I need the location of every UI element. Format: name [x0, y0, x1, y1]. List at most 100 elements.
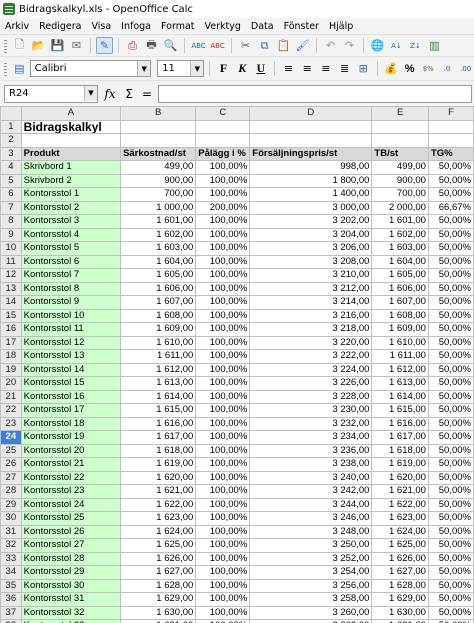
cost-cell[interactable]: 900,00: [120, 173, 197, 188]
open-folder-icon[interactable]: 📂: [30, 37, 47, 54]
markup-cell[interactable]: 100,00%: [195, 308, 251, 323]
product-cell[interactable]: Kontorsstol 9: [20, 295, 122, 310]
export-pdf-icon[interactable]: ⎙: [124, 37, 141, 54]
price-cell[interactable]: 3 240,00: [249, 470, 373, 485]
margin-cell[interactable]: 50,00%: [427, 484, 474, 499]
product-cell[interactable]: Kontorsstol 25: [20, 511, 122, 526]
cost-cell[interactable]: 1 624,00: [120, 524, 197, 539]
edit-file-icon[interactable]: ✎: [96, 37, 113, 54]
markup-cell[interactable]: 100,00%: [195, 578, 251, 593]
price-cell[interactable]: 3 202,00: [249, 214, 373, 229]
header-cell-produkt[interactable]: Produkt: [20, 146, 122, 161]
markup-cell[interactable]: 100,00%: [195, 605, 251, 620]
margin-cell[interactable]: 50,00%: [427, 241, 474, 256]
row-header[interactable]: 8: [0, 214, 22, 229]
product-cell[interactable]: Kontorsstol 17: [20, 403, 122, 418]
contribution-cell[interactable]: 1 609,00: [371, 322, 429, 337]
row-header[interactable]: 26: [0, 457, 22, 472]
cost-cell[interactable]: 1 621,00: [120, 484, 197, 499]
margin-cell[interactable]: 50,00%: [427, 254, 474, 269]
markup-cell[interactable]: 100,00%: [195, 322, 251, 337]
cost-cell[interactable]: 1 605,00: [120, 268, 197, 283]
contribution-cell[interactable]: 900,00: [371, 173, 429, 188]
contribution-cell[interactable]: 499,00: [371, 160, 429, 175]
align-right-icon[interactable]: ≡: [318, 60, 335, 77]
row-header[interactable]: 14: [0, 295, 22, 310]
column-header-b[interactable]: B: [120, 106, 197, 121]
contribution-cell[interactable]: 1 613,00: [371, 376, 429, 391]
cost-cell[interactable]: 1 626,00: [120, 551, 197, 566]
markup-cell[interactable]: 100,00%: [195, 376, 251, 391]
product-cell[interactable]: Kontorsstol 15: [20, 376, 122, 391]
chevron-down-icon[interactable]: ▼: [137, 61, 151, 76]
font-name-box[interactable]: Calibri ▼: [29, 60, 152, 77]
header-cell-sarkostnad[interactable]: Särkostnad/st: [120, 146, 197, 161]
cost-cell[interactable]: 1 613,00: [120, 376, 197, 391]
menu-verktyg[interactable]: Verktyg: [200, 21, 246, 32]
markup-cell[interactable]: 100,00%: [195, 592, 251, 607]
product-cell[interactable]: Kontorsstol 29: [20, 565, 122, 580]
spellcheck-icon[interactable]: ABC: [190, 37, 207, 54]
header-cell-forsaljningspris[interactable]: Försäljningspris/st: [249, 146, 373, 161]
row-header[interactable]: 5: [0, 173, 22, 188]
contribution-cell[interactable]: 1 614,00: [371, 389, 429, 404]
price-cell[interactable]: 3 260,00: [249, 605, 373, 620]
markup-cell[interactable]: 100,00%: [195, 538, 251, 553]
product-cell[interactable]: Kontorsstol 26: [20, 524, 122, 539]
sheet-title-cell[interactable]: Bidragskalkyl: [20, 119, 122, 134]
markup-cell[interactable]: 100,00%: [195, 389, 251, 404]
cell[interactable]: [249, 119, 373, 134]
cost-cell[interactable]: 1 617,00: [120, 430, 197, 445]
row-header[interactable]: 16: [0, 322, 22, 337]
price-cell[interactable]: 3 242,00: [249, 484, 373, 499]
row-header[interactable]: 17: [0, 335, 22, 350]
chevron-down-icon[interactable]: ▼: [190, 61, 204, 76]
margin-cell[interactable]: 50,00%: [427, 335, 474, 350]
price-cell[interactable]: 3 232,00: [249, 416, 373, 431]
product-cell[interactable]: Kontorsstol 16: [20, 389, 122, 404]
markup-cell[interactable]: 100,00%: [195, 160, 251, 175]
product-cell[interactable]: Kontorsstol 20: [20, 443, 122, 458]
margin-cell[interactable]: 50,00%: [427, 592, 474, 607]
markup-cell[interactable]: 100,00%: [195, 619, 251, 623]
header-cell-tb[interactable]: TB/st: [371, 146, 429, 161]
contribution-cell[interactable]: 1 602,00: [371, 227, 429, 242]
cost-cell[interactable]: 1 614,00: [120, 389, 197, 404]
product-cell[interactable]: Kontorsstol 31: [20, 592, 122, 607]
price-cell[interactable]: 3 256,00: [249, 578, 373, 593]
contribution-cell[interactable]: 1 615,00: [371, 403, 429, 418]
font-size-box[interactable]: 11 ▼: [157, 60, 205, 77]
styles-icon[interactable]: ▤: [11, 60, 28, 77]
cell[interactable]: [371, 119, 429, 134]
row-header[interactable]: 18: [0, 349, 22, 364]
product-cell[interactable]: Kontorsstol 5: [20, 241, 122, 256]
price-cell[interactable]: 3 258,00: [249, 592, 373, 607]
product-cell[interactable]: Skrivbord 1: [20, 160, 122, 175]
margin-cell[interactable]: 50,00%: [427, 281, 474, 296]
cost-cell[interactable]: 700,00: [120, 187, 197, 202]
margin-cell[interactable]: 50,00%: [427, 470, 474, 485]
bold-button[interactable]: F: [215, 60, 232, 77]
row-header[interactable]: 36: [0, 592, 22, 607]
price-cell[interactable]: 3 224,00: [249, 362, 373, 377]
menu-hjalp[interactable]: Hjälp: [324, 21, 358, 32]
add-decimal-icon[interactable]: .0: [439, 60, 456, 77]
formula-input[interactable]: [158, 84, 472, 103]
price-cell[interactable]: 3 212,00: [249, 281, 373, 296]
row-header[interactable]: 33: [0, 551, 22, 566]
markup-cell[interactable]: 100,00%: [195, 173, 251, 188]
markup-cell[interactable]: 100,00%: [195, 470, 251, 485]
cost-cell[interactable]: 1 625,00: [120, 538, 197, 553]
price-cell[interactable]: 3 208,00: [249, 254, 373, 269]
insert-chart-icon[interactable]: ▥: [426, 37, 443, 54]
price-cell[interactable]: 3 254,00: [249, 565, 373, 580]
margin-cell[interactable]: 50,00%: [427, 565, 474, 580]
contribution-cell[interactable]: 1 622,00: [371, 497, 429, 512]
justify-icon[interactable]: ≣: [336, 60, 353, 77]
row-header[interactable]: 15: [0, 308, 22, 323]
contribution-cell[interactable]: 1 621,00: [371, 484, 429, 499]
margin-cell[interactable]: 50,00%: [427, 403, 474, 418]
row-header[interactable]: 24: [0, 430, 22, 445]
row-header[interactable]: 3: [0, 146, 22, 161]
contribution-cell[interactable]: 1 630,00: [371, 605, 429, 620]
